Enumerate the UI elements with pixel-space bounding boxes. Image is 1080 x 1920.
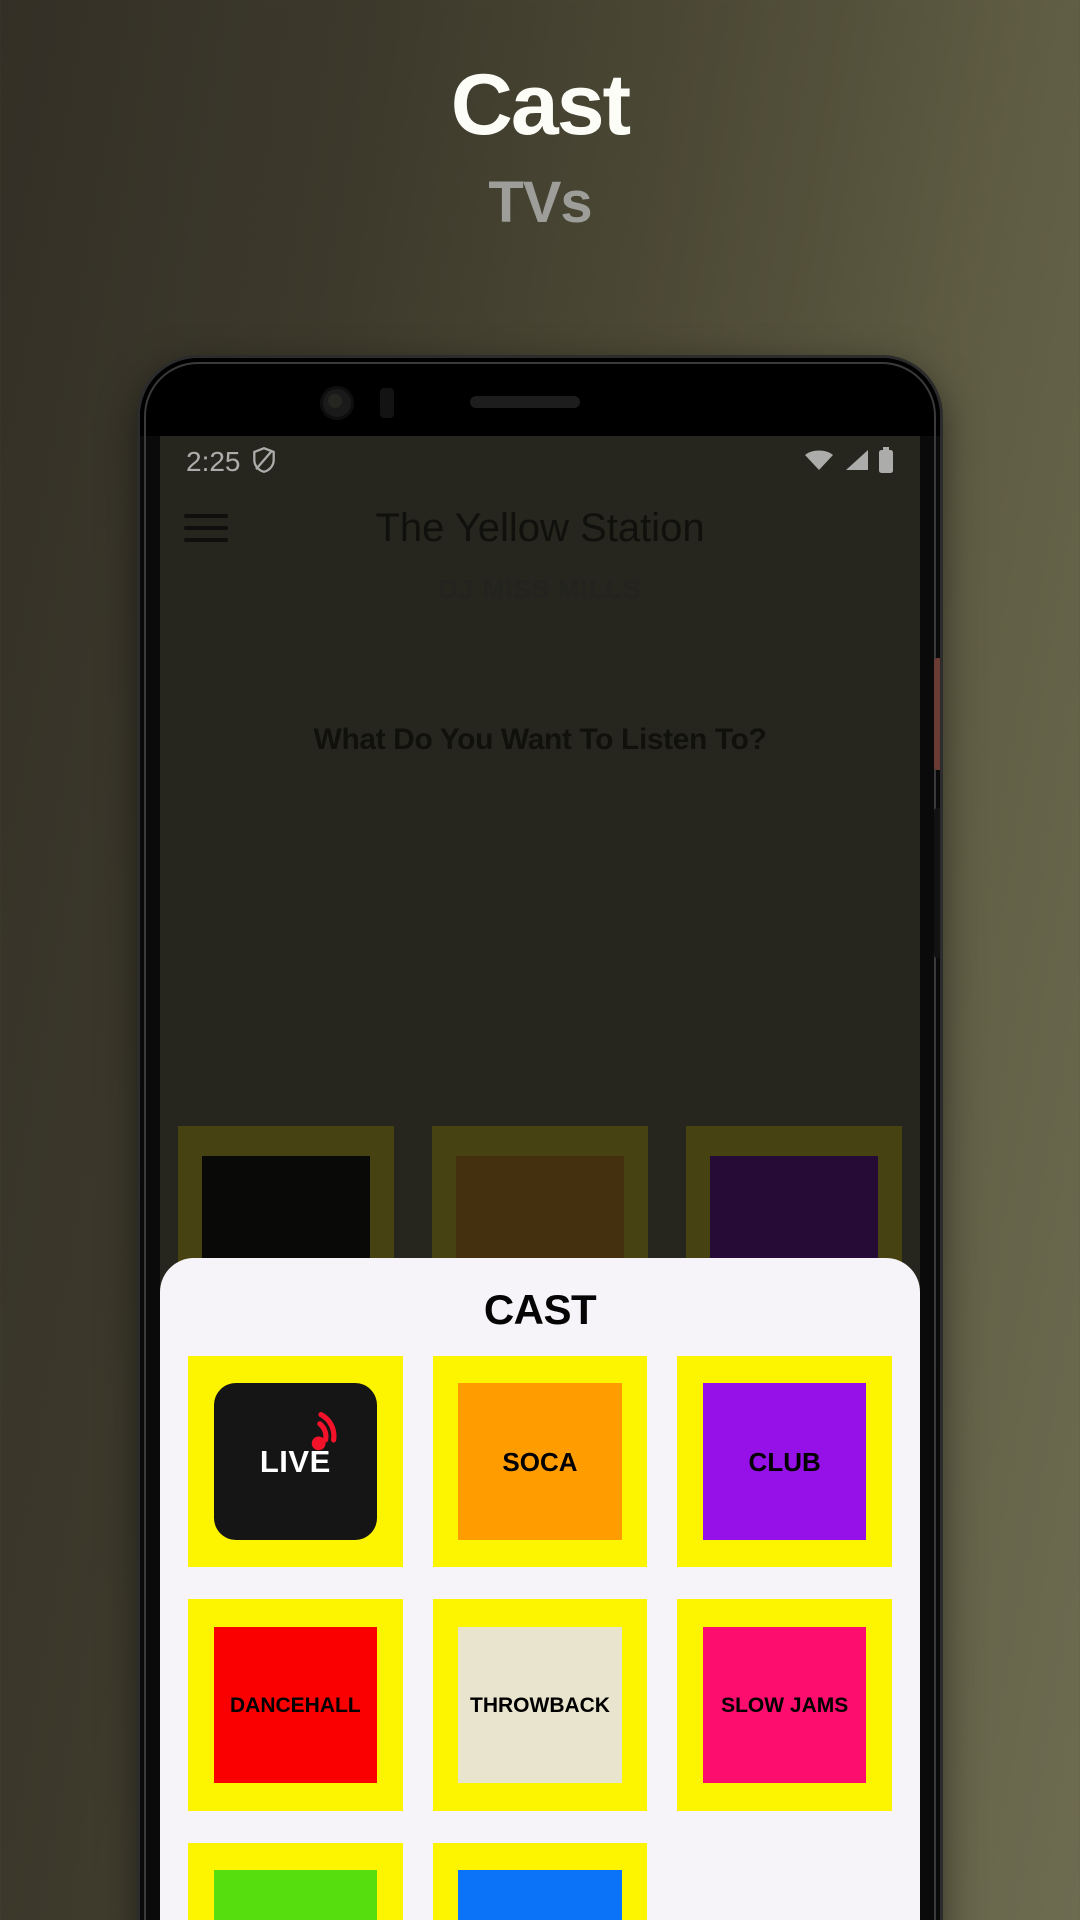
- cast-tile-slow-jams[interactable]: SLOW JAMS: [677, 1599, 892, 1811]
- volume-button[interactable]: [934, 808, 940, 958]
- cast-tile-swatch: SLOW JAMS: [703, 1626, 867, 1784]
- cast-sheet-title: CAST: [483, 1286, 597, 1333]
- cast-tile-soca[interactable]: SOCA: [432, 1356, 648, 1568]
- cast-tile-reggae[interactable]: REGGAE: [188, 1842, 403, 1920]
- cast-tile-label: THROWBACK: [470, 1693, 610, 1717]
- cast-tile-empty-slot: [677, 1843, 892, 1920]
- promo-header: Cast TVs: [0, 0, 1080, 232]
- cast-tile-label: SOCA: [502, 1446, 578, 1477]
- power-button[interactable]: [934, 658, 940, 770]
- phone-screen: 2:25 The Yellow Station DJ MISS MILLS Wh…: [160, 436, 920, 1920]
- cast-tile-label: CLUB: [748, 1446, 821, 1477]
- cast-bottom-sheet: CAST LIVE SOCA CLUB DANCEHALL THROWBACK SLOW …: [160, 1258, 920, 1920]
- cast-tile-swatch: DANCEHALL: [213, 1626, 377, 1784]
- cast-tile-swatch: THROWBACK: [458, 1626, 622, 1784]
- cast-tile-label: SLOW JAMS: [721, 1693, 849, 1717]
- proximity-sensor-icon: [380, 388, 394, 418]
- phone-mockup: 2:25 The Yellow Station DJ MISS MILLS Wh…: [140, 358, 940, 1920]
- cast-tile-country[interactable]: COUNTRY: [432, 1842, 648, 1920]
- cast-tile-live[interactable]: LIVE: [188, 1356, 403, 1568]
- cast-tile-throwback[interactable]: THROWBACK: [432, 1599, 648, 1811]
- earpiece-speaker-icon: [470, 396, 580, 408]
- cast-tile-club[interactable]: CLUB: [677, 1356, 892, 1568]
- cast-genre-grid: LIVE SOCA CLUB DANCEHALL THROWBACK SLOW JAMS R…: [176, 1356, 904, 1920]
- cast-tile-swatch: REGGAE: [213, 1870, 377, 1920]
- cast-tile-label: DANCEHALL: [230, 1693, 361, 1717]
- promo-subtitle: TVs: [488, 170, 592, 235]
- cast-tile-swatch: COUNTRY: [458, 1870, 622, 1920]
- cast-tile-swatch: LIVE: [213, 1383, 377, 1540]
- cast-tile-swatch: CLUB: [703, 1383, 867, 1540]
- cast-tile-dancehall[interactable]: DANCEHALL: [188, 1599, 403, 1811]
- cast-tile-swatch: SOCA: [458, 1383, 622, 1540]
- phone-notch: [140, 358, 940, 436]
- live-broadcast-icon: [312, 1412, 337, 1451]
- camera-lens-icon: [328, 394, 342, 408]
- promo-title: Cast: [450, 57, 631, 153]
